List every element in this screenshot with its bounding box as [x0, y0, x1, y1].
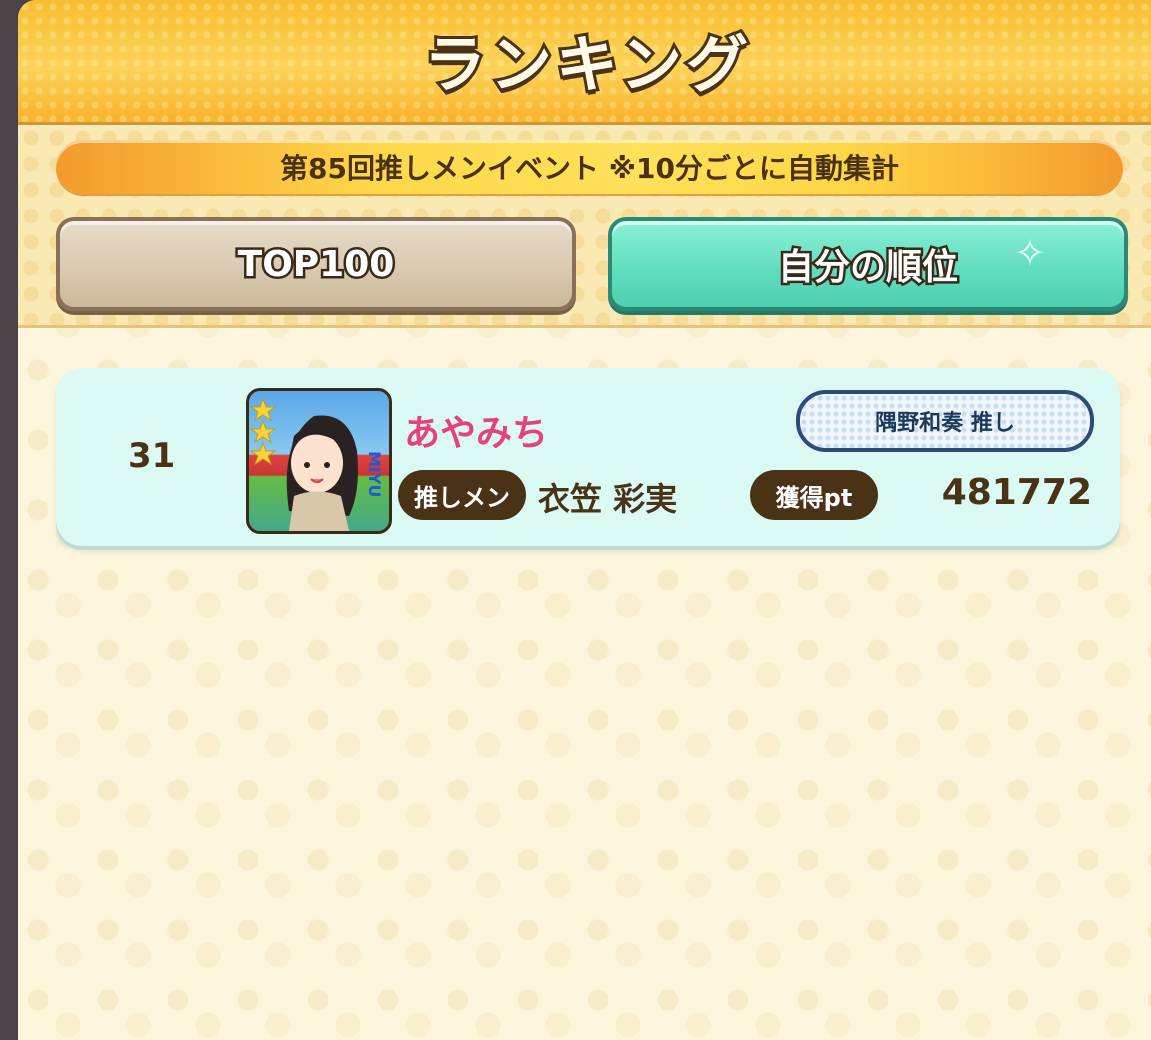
ranking-panel: ランキング 第85回推しメンイベント ※10分ごとに自動集計 TOP100 自分… — [18, 0, 1151, 1040]
rank-entry-card[interactable]: 31 MIYU あやみち 隅野和奏 推し 推しメン 衣笠 彩実 獲得pt 481… — [56, 368, 1120, 546]
rank-number: 31 — [128, 436, 176, 476]
event-banner: 第85回推しメンイベント ※10分ごとに自動集計 — [56, 140, 1123, 194]
avatar[interactable]: MIYU — [246, 388, 392, 534]
avatar-illustration: MIYU — [249, 397, 384, 531]
page-title: ランキング — [421, 25, 753, 104]
user-name[interactable]: あやみち — [404, 404, 548, 456]
points-label: 獲得pt — [750, 470, 878, 520]
sparkle-icon: ✧ — [1014, 231, 1046, 275]
ranking-controls: 第85回推しメンイベント ※10分ごとに自動集計 TOP100 自分の順位 ✧ — [18, 125, 1151, 328]
tab-self-rank-label: 自分の順位 — [775, 245, 960, 291]
oshi-member-name: 衣笠 彩実 — [538, 480, 678, 518]
avatar-name-text: MIYU — [365, 451, 384, 497]
oshi-member-label: 推しメン — [398, 470, 526, 520]
ranking-header: ランキング — [18, 0, 1151, 125]
fan-badge: 隅野和奏 推し — [796, 390, 1094, 452]
tab-top100-label: TOP100 — [235, 241, 397, 287]
tab-self-rank-button[interactable]: 自分の順位 ✧ — [608, 217, 1128, 311]
points-value: 481772 — [941, 472, 1092, 513]
tab-top100-button[interactable]: TOP100 — [56, 217, 576, 311]
